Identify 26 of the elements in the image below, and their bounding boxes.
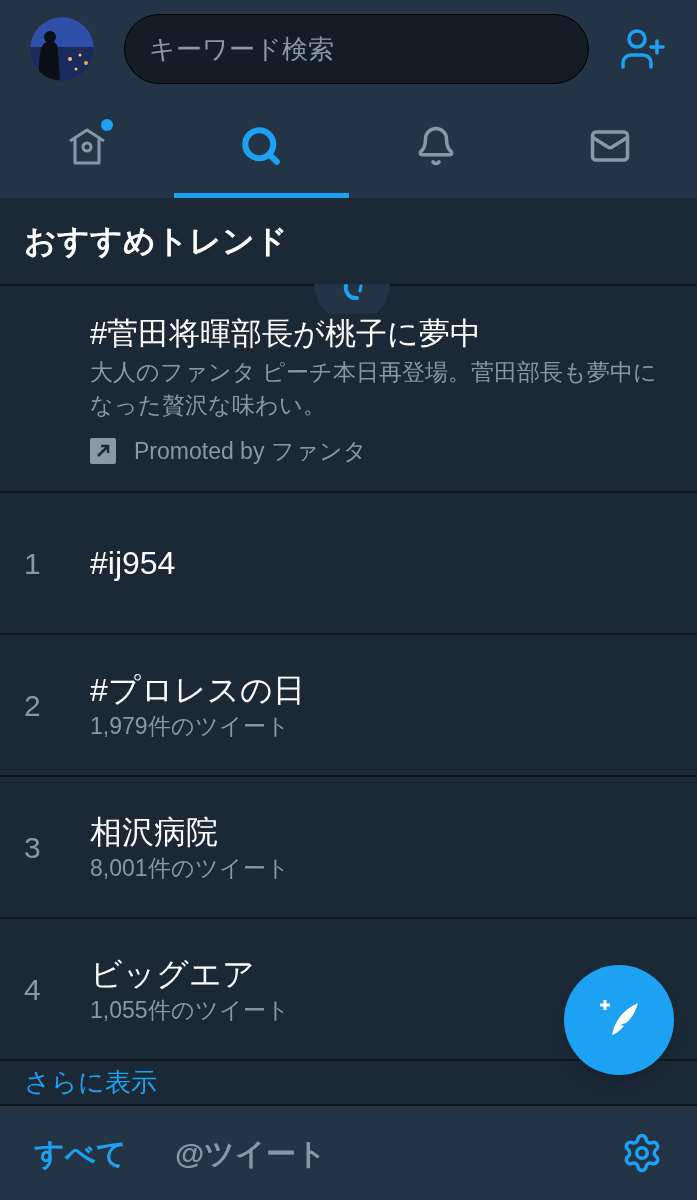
search-icon — [240, 124, 283, 167]
section-title: おすすめトレンド — [24, 222, 288, 261]
tweet-count: 1,979件のツイート — [90, 712, 291, 741]
trend-name: 相沢病院 — [90, 813, 219, 852]
trend-rank: 2 — [23, 687, 42, 724]
trend-rank: 3 — [23, 829, 42, 866]
filter-tab[interactable]: @ツイート — [175, 1130, 328, 1176]
trend-row[interactable]: 3 相沢病院 8,001件のツイート — [0, 777, 697, 919]
trend-name: ビッグエア — [90, 955, 256, 994]
promoted-by: Promoted by ファンタ — [134, 437, 367, 466]
trend-row[interactable]: 2 #プロレスの日 1,979件のツイート — [0, 635, 697, 777]
trend-rank: 1 — [23, 545, 42, 582]
search-field[interactable]: キーワード検索 — [124, 14, 589, 84]
trend-description: 大人のファンタ ピーチ本日再登場。菅田部長も夢中になった贅沢な味わい。 — [90, 358, 659, 420]
promoted-icon — [90, 438, 116, 465]
trend-row[interactable]: 1 #ij954 — [0, 493, 697, 635]
promoted-trend[interactable]: #菅田将暉部長が桃子に夢中 大人のファンタ ピーチ本日再登場。菅田部長も夢中になった贅沢な味わい。 Promoted by ファンタ — [0, 286, 697, 493]
tweet-count: 8,001件のツイート — [90, 854, 290, 883]
show-more-link[interactable]: さらに表示 — [24, 1063, 157, 1102]
trend-rank: 4 — [23, 971, 42, 1008]
tweet-count: 1,055件のツイート — [90, 996, 290, 1025]
refresh-spinner-icon — [313, 284, 391, 314]
trend-name: #ij954 — [90, 544, 176, 583]
trend-name: #プロレスの日 — [90, 671, 305, 710]
trend-title: #菅田将暉部長が桃子に夢中 — [90, 315, 483, 353]
filter-tab[interactable]: すべて — [34, 1130, 127, 1176]
